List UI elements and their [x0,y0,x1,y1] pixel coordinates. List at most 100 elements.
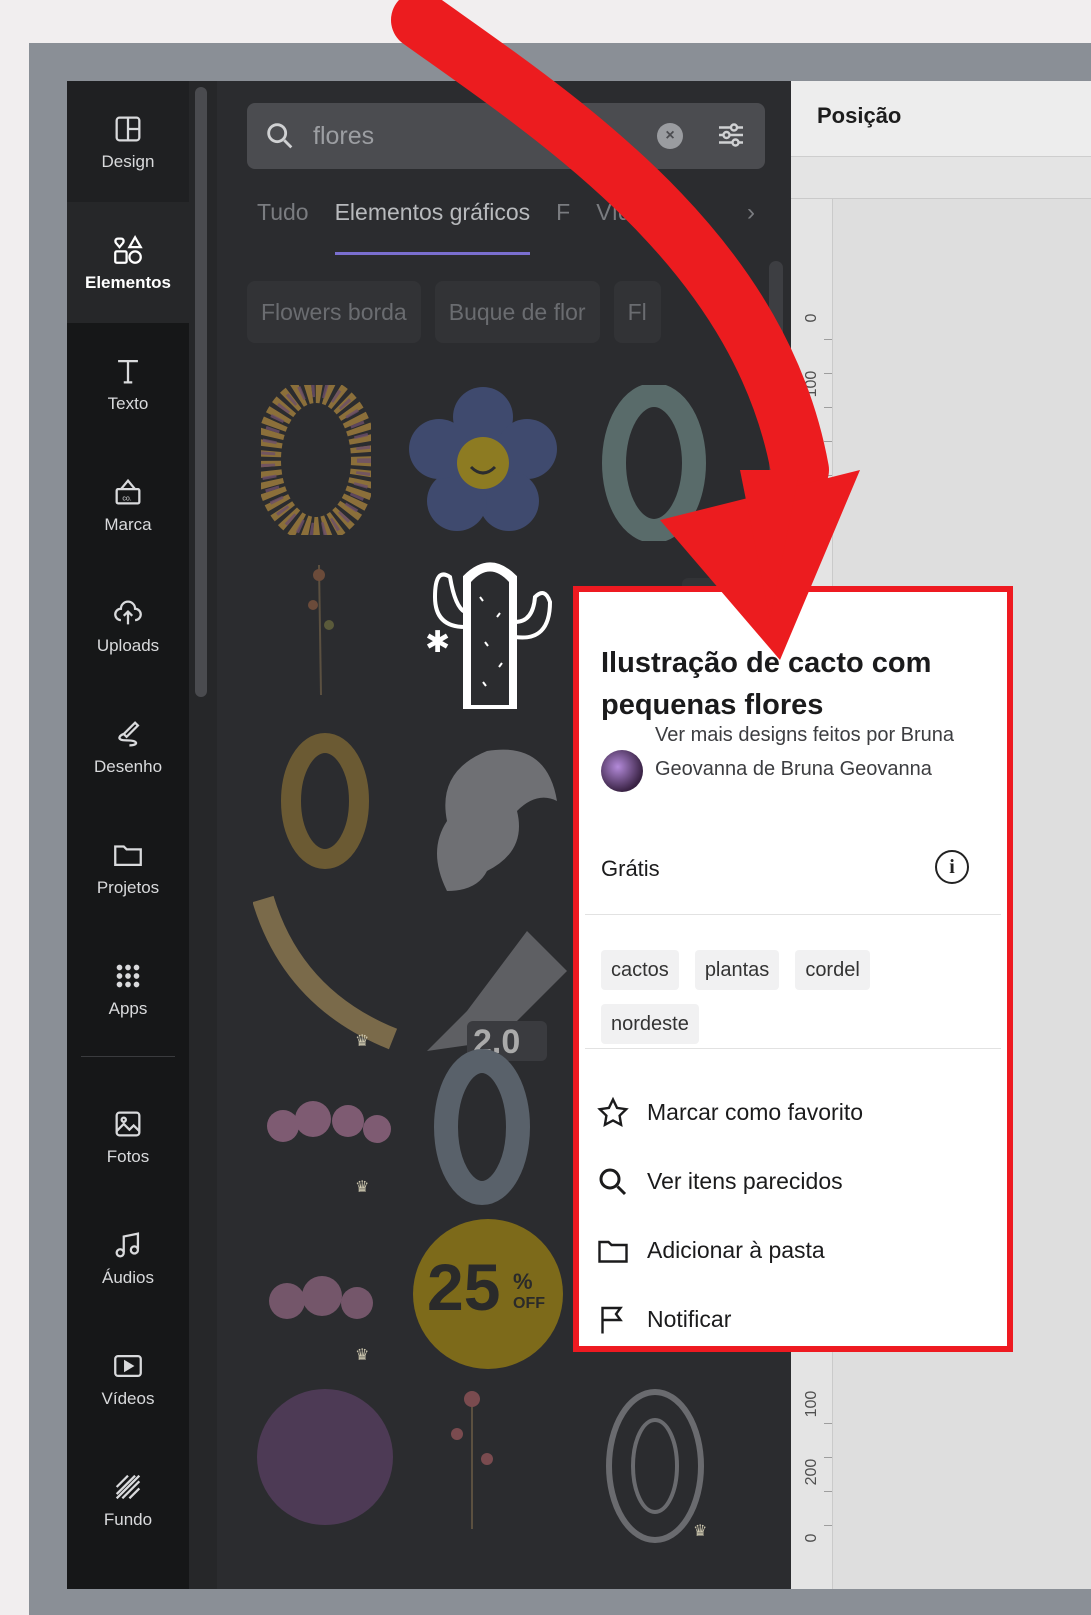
flag-icon [601,1306,623,1333]
rail-label: Elementos [85,272,171,292]
tab-fotos[interactable]: F [556,199,570,255]
folder-icon [598,1240,628,1263]
rail-item-desenho[interactable]: Desenho [67,686,189,807]
thumbnail-wildflower[interactable] [437,1379,507,1529]
premium-crown-icon: ♛ [355,1179,370,1196]
result-tabs: Tudo Elementos gráficos F Víde [257,199,644,255]
thumbnail-cactus-flowers[interactable]: ✱ [415,547,565,717]
rail-item-projetos[interactable]: Projetos [67,807,189,928]
thumbnail-flower-zero[interactable] [261,385,371,535]
menu-item-report[interactable]: Notificar [585,1285,1001,1354]
rail-label: Texto [107,393,149,413]
premium-crown-icon: ♛ [355,1033,370,1050]
rail-label: Marca [104,514,152,534]
thumbnail-hydrangea[interactable] [247,1381,403,1531]
discount-percent: % [513,1269,533,1294]
tag-chip[interactable]: cactos [601,950,679,990]
photo-icon [115,1111,141,1136]
tag-chip[interactable]: plantas [694,950,780,990]
rail-item-texto[interactable]: Texto [67,323,189,444]
element-info-popup: Ilustração de cacto com pequenas flores … [573,586,1013,1352]
rail-label: Uploads [96,635,160,655]
thumbnail-sky-zero[interactable] [599,385,709,541]
rail-label: Design [101,151,155,171]
discount-number: 25 [427,1250,501,1324]
tag-list: cactos plantas cordel nordeste [601,950,981,1044]
rail-label: Desenho [93,756,163,776]
left-rail: Design Elementos Texto co. Marca Uploads… [67,81,207,1589]
folder-icon [114,844,142,866]
video-icon [114,1354,142,1377]
svg-text:✱: ✱ [425,625,450,660]
rail-item-videos[interactable]: Vídeos [67,1318,189,1439]
menu-item-label: Notificar [647,1306,732,1332]
rail-item-apps[interactable]: Apps [67,928,189,1049]
rail-item-uploads[interactable]: Uploads [67,565,189,686]
menu-item-similar[interactable]: Ver itens parecidos [585,1147,1001,1216]
tab-tudo[interactable]: Tudo [257,199,309,255]
cloud-upload-icon [114,600,142,624]
chip-suggestion[interactable]: Flowers borda [247,281,421,343]
thumbnail-gold-zero[interactable] [277,731,373,871]
rail-label: Fundo [103,1509,153,1529]
avatar[interactable] [601,750,643,792]
shapes-icon [114,234,143,264]
tab-elementos-graficos[interactable]: Elementos gráficos [334,199,531,255]
discount-off: OFF [513,1295,545,1312]
thumbnail-floral-bouquet[interactable] [247,1261,397,1341]
rail-label: Projetos [96,877,160,897]
divider [585,914,1001,915]
tag-chip[interactable]: nordeste [601,1004,699,1044]
thumbnail-smiley-flower[interactable] [409,387,557,535]
menu-item-label: Ver itens parecidos [647,1168,843,1194]
search-bar[interactable]: × [247,103,765,169]
divider [585,1048,1001,1049]
popup-content: Ilustração de cacto com pequenas flores … [585,598,1001,1340]
rail-label: Áudios [102,1267,154,1287]
menu-item-favorite[interactable]: Marcar como favorito [585,1078,1001,1147]
filter-sliders-icon[interactable] [713,117,749,153]
chip-suggestion[interactable]: Buque de flor [434,281,600,343]
search-icon [267,123,293,149]
chip-suggestion[interactable]: Fl [613,281,661,343]
text-icon [118,359,138,383]
rail-label: Apps [108,998,148,1018]
rail-scrollbar[interactable] [195,87,207,697]
tabs-next-chevron-icon[interactable]: › [747,199,755,227]
popup-title: Ilustração de cacto com pequenas flores [601,647,932,721]
thumbnail-landscape-zero[interactable] [427,1047,537,1207]
apps-grid-icon [116,964,140,987]
rail-label: Vídeos [101,1388,155,1408]
thumbnail-discount-badge[interactable]: 25 % OFF [413,1219,563,1369]
rail-item-fotos[interactable]: Fotos [67,1076,189,1197]
search-icon [599,1168,627,1195]
thumbnail-usb[interactable]: 2.0 [407,891,567,1061]
tag-chip[interactable]: cordel [795,950,870,990]
rail-item-elementos[interactable]: Elementos [67,202,189,323]
price-label: Grátis [601,856,660,881]
search-input[interactable] [313,117,633,155]
rail-item-marca[interactable]: co. Marca [67,444,189,565]
thumbnail-woman-silhouette[interactable] [417,731,567,891]
rail-item-design[interactable]: Design [67,81,189,202]
draw-icon [118,720,140,746]
author-link[interactable]: Ver mais designs feitos por Bruna Geovan… [655,718,985,786]
rail-item-audios[interactable]: Áudios [67,1197,189,1318]
brand-icon: co. [115,478,141,504]
rail-label: Fotos [106,1146,150,1166]
thumbnail-pink-flowers[interactable] [253,1091,403,1161]
thumbnail-dried-flower[interactable] [291,545,351,695]
suggestion-chips: Flowers borda Buque de flor Fl [247,281,661,343]
layout-icon [115,116,141,141]
svg-text:co.: co. [122,494,131,502]
premium-crown-icon: ♛ [693,1523,708,1540]
tab-videos[interactable]: Víde [596,199,643,255]
menu-item-add-folder[interactable]: Adicionar à pasta [585,1216,1001,1285]
clear-search-icon[interactable]: × [657,123,683,149]
rail-item-fundo[interactable]: Fundo [67,1439,189,1560]
thumbnail-ribbon[interactable] [253,889,403,1059]
star-icon [597,1096,629,1127]
info-icon[interactable]: i [935,850,969,884]
menu-item-label: Adicionar à pasta [647,1237,825,1263]
music-icon [115,1231,140,1257]
